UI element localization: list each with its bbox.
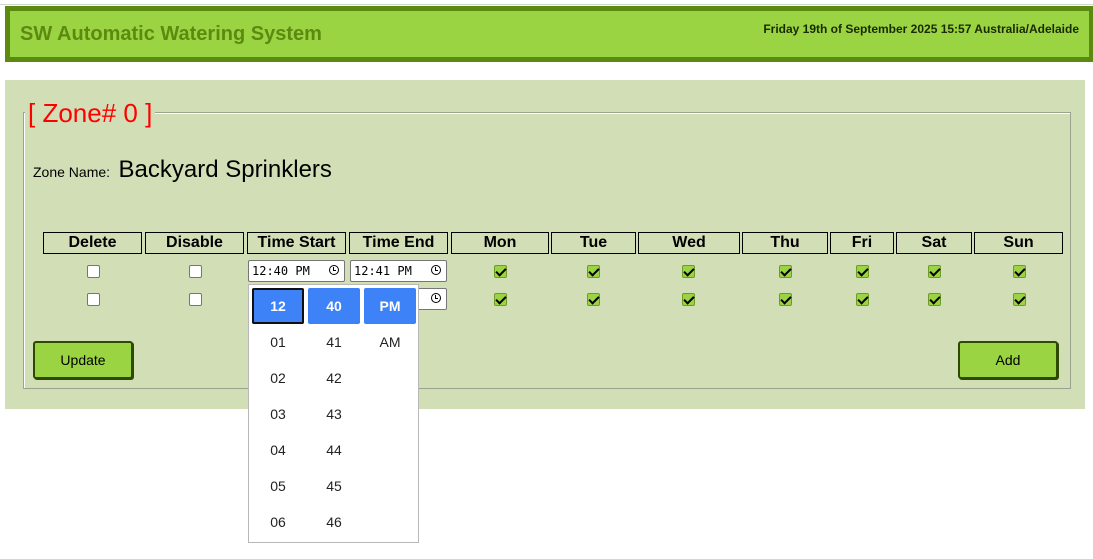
minute-option[interactable]: 44 xyxy=(308,432,360,468)
zone-name-row: Zone Name: Backyard Sprinklers xyxy=(33,156,332,184)
hour-option[interactable]: 12 xyxy=(252,288,304,324)
row-2-mon-checkbox[interactable] xyxy=(494,293,507,306)
col-header-fri: Fri xyxy=(830,232,894,254)
col-header-wed: Wed xyxy=(638,232,740,254)
row-1-sun-checkbox[interactable] xyxy=(1013,265,1026,278)
row-1-tue-checkbox[interactable] xyxy=(587,265,600,278)
col-header-time-start: Time Start xyxy=(247,232,346,254)
minute-option[interactable]: 45 xyxy=(308,468,360,504)
col-header-sun: Sun xyxy=(974,232,1063,254)
minute-option[interactable]: 43 xyxy=(308,396,360,432)
zone-legend: [ Zone# 0 ] xyxy=(25,98,156,129)
row-2-delete-checkbox[interactable] xyxy=(87,293,100,306)
hour-option[interactable]: 03 xyxy=(252,396,304,432)
row-1-time-end-value: 12:41 PM xyxy=(354,264,412,278)
row-2-thu-checkbox[interactable] xyxy=(779,293,792,306)
col-header-sat: Sat xyxy=(896,232,972,254)
hour-option[interactable]: 02 xyxy=(252,360,304,396)
update-button[interactable]: Update xyxy=(33,341,133,379)
row-1-mon-checkbox[interactable] xyxy=(494,265,507,278)
row-1-time-start-value: 12:40 PM xyxy=(252,264,310,278)
row-2-sat-checkbox[interactable] xyxy=(928,293,941,306)
zone-panel: [ Zone# 0 ] Zone Name: Backyard Sprinkle… xyxy=(5,80,1085,409)
row-1-wed-checkbox[interactable] xyxy=(682,265,695,278)
col-header-mon: Mon xyxy=(451,232,549,254)
app-title: SW Automatic Watering System xyxy=(20,23,322,45)
row-1-time-start-input[interactable]: 12:40 PM xyxy=(248,260,345,282)
minute-option[interactable]: 40 xyxy=(308,288,360,324)
row-2-wed-checkbox[interactable] xyxy=(682,293,695,306)
col-header-time-end: Time End xyxy=(349,232,448,254)
zone-name-label: Zone Name: xyxy=(33,164,111,180)
row-2-sun-checkbox[interactable] xyxy=(1013,293,1026,306)
minute-option[interactable]: 42 xyxy=(308,360,360,396)
col-header-delete: Delete xyxy=(43,232,142,254)
clock-icon[interactable] xyxy=(431,293,441,303)
current-datetime: Friday 19th of September 2025 15:57 Aust… xyxy=(763,22,1079,36)
row-2-fri-checkbox[interactable] xyxy=(856,293,869,306)
hour-option[interactable]: 01 xyxy=(252,324,304,360)
clock-icon[interactable] xyxy=(431,265,441,275)
clock-icon[interactable] xyxy=(329,265,339,275)
browser-top-edge xyxy=(0,0,1093,5)
hour-option[interactable]: 06 xyxy=(252,504,304,540)
app-header: SW Automatic Watering System Friday 19th… xyxy=(5,6,1093,62)
row-1-time-end-input[interactable]: 12:41 PM xyxy=(350,260,447,282)
row-1-fri-checkbox[interactable] xyxy=(856,265,869,278)
minute-option[interactable]: 46 xyxy=(308,504,360,540)
minute-option[interactable]: 41 xyxy=(308,324,360,360)
zone-name-value: Backyard Sprinklers xyxy=(118,156,332,183)
meridiem-option[interactable]: AM xyxy=(364,324,416,360)
col-header-thu: Thu xyxy=(742,232,828,254)
hour-option[interactable]: 04 xyxy=(252,432,304,468)
meridiem-option[interactable]: PM xyxy=(364,288,416,324)
row-2-tue-checkbox[interactable] xyxy=(587,293,600,306)
row-1-disable-checkbox[interactable] xyxy=(189,265,202,278)
col-header-disable: Disable xyxy=(145,232,244,254)
row-1-sat-checkbox[interactable] xyxy=(928,265,941,278)
time-picker-dropdown[interactable]: 12 01 02 03 04 05 06 40 41 42 43 44 45 4… xyxy=(248,284,419,543)
add-button[interactable]: Add xyxy=(958,341,1058,379)
hour-option[interactable]: 05 xyxy=(252,468,304,504)
row-2-disable-checkbox[interactable] xyxy=(189,293,202,306)
col-header-tue: Tue xyxy=(551,232,636,254)
row-1-delete-checkbox[interactable] xyxy=(87,265,100,278)
row-1-thu-checkbox[interactable] xyxy=(779,265,792,278)
